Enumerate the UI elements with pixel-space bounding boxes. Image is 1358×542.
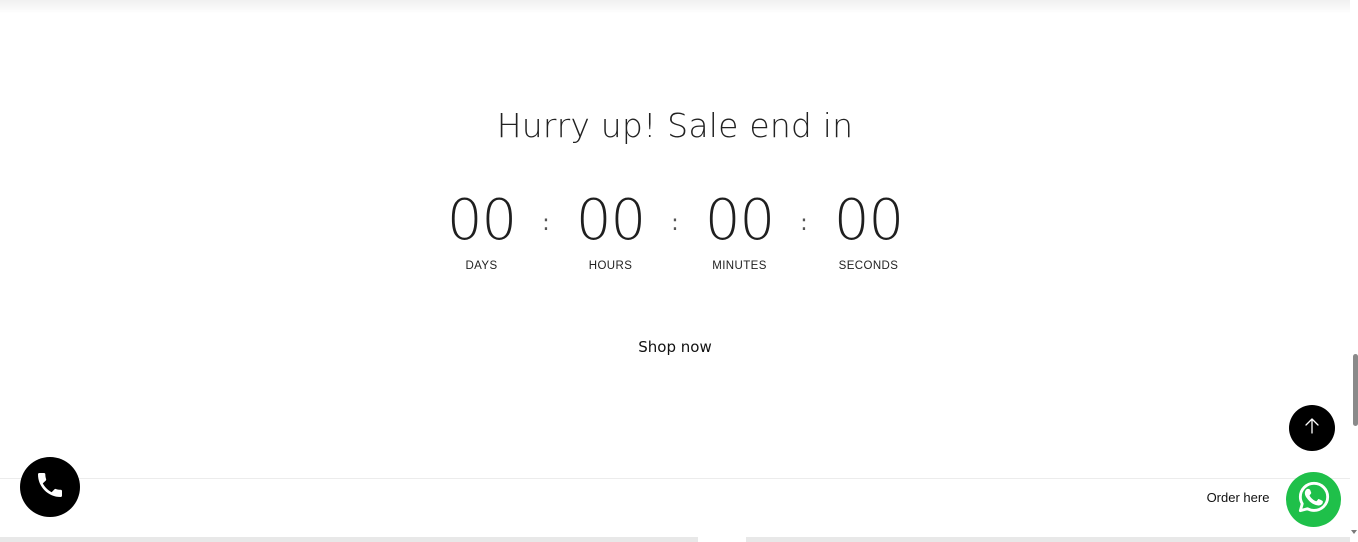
call-button[interactable] <box>20 457 80 517</box>
countdown-separator: : <box>671 211 679 236</box>
scrollbar-thumb[interactable] <box>1353 354 1358 426</box>
countdown-days-label: DAYS <box>465 260 498 272</box>
countdown-timer: 00 DAYS : 00 HOURS : 00 MINUTES : 00 SEC… <box>0 186 1350 272</box>
whatsapp-icon <box>1295 478 1333 521</box>
countdown-minutes-value: 00 <box>704 188 775 253</box>
phone-icon <box>34 469 66 506</box>
countdown-seconds-value: 00 <box>833 188 904 253</box>
countdown-separator: : <box>800 211 808 236</box>
order-here-label[interactable]: Order here <box>1196 490 1280 506</box>
bottom-strip <box>0 537 1350 542</box>
countdown-seconds: 00 SECONDS <box>819 186 919 272</box>
countdown-minutes-label: MINUTES <box>712 260 767 272</box>
countdown-hours-label: HOURS <box>588 260 633 272</box>
section-divider <box>0 478 1350 479</box>
scroll-down-arrow-icon[interactable] <box>1351 530 1357 534</box>
countdown-separator: : <box>542 211 550 236</box>
back-to-top-button[interactable] <box>1289 405 1335 451</box>
bottom-strip-gap <box>698 537 746 542</box>
scrollbar[interactable] <box>1350 0 1358 542</box>
countdown-days: 00 DAYS <box>432 186 532 272</box>
header-shadow <box>0 0 1350 14</box>
arrow-up-icon <box>1302 416 1322 441</box>
countdown-days-value: 00 <box>446 188 517 253</box>
page: Hurry up! Sale end in 00 DAYS : 00 HOURS… <box>0 0 1358 542</box>
countdown-hours: 00 HOURS <box>561 186 661 272</box>
countdown-hours-value: 00 <box>575 188 646 253</box>
whatsapp-button[interactable] <box>1286 472 1341 527</box>
shop-now-link[interactable]: Shop now <box>615 336 735 360</box>
sale-title: Hurry up! Sale end in <box>496 106 854 145</box>
countdown-seconds-label: SECONDS <box>838 260 899 272</box>
countdown-minutes: 00 MINUTES <box>690 186 790 272</box>
